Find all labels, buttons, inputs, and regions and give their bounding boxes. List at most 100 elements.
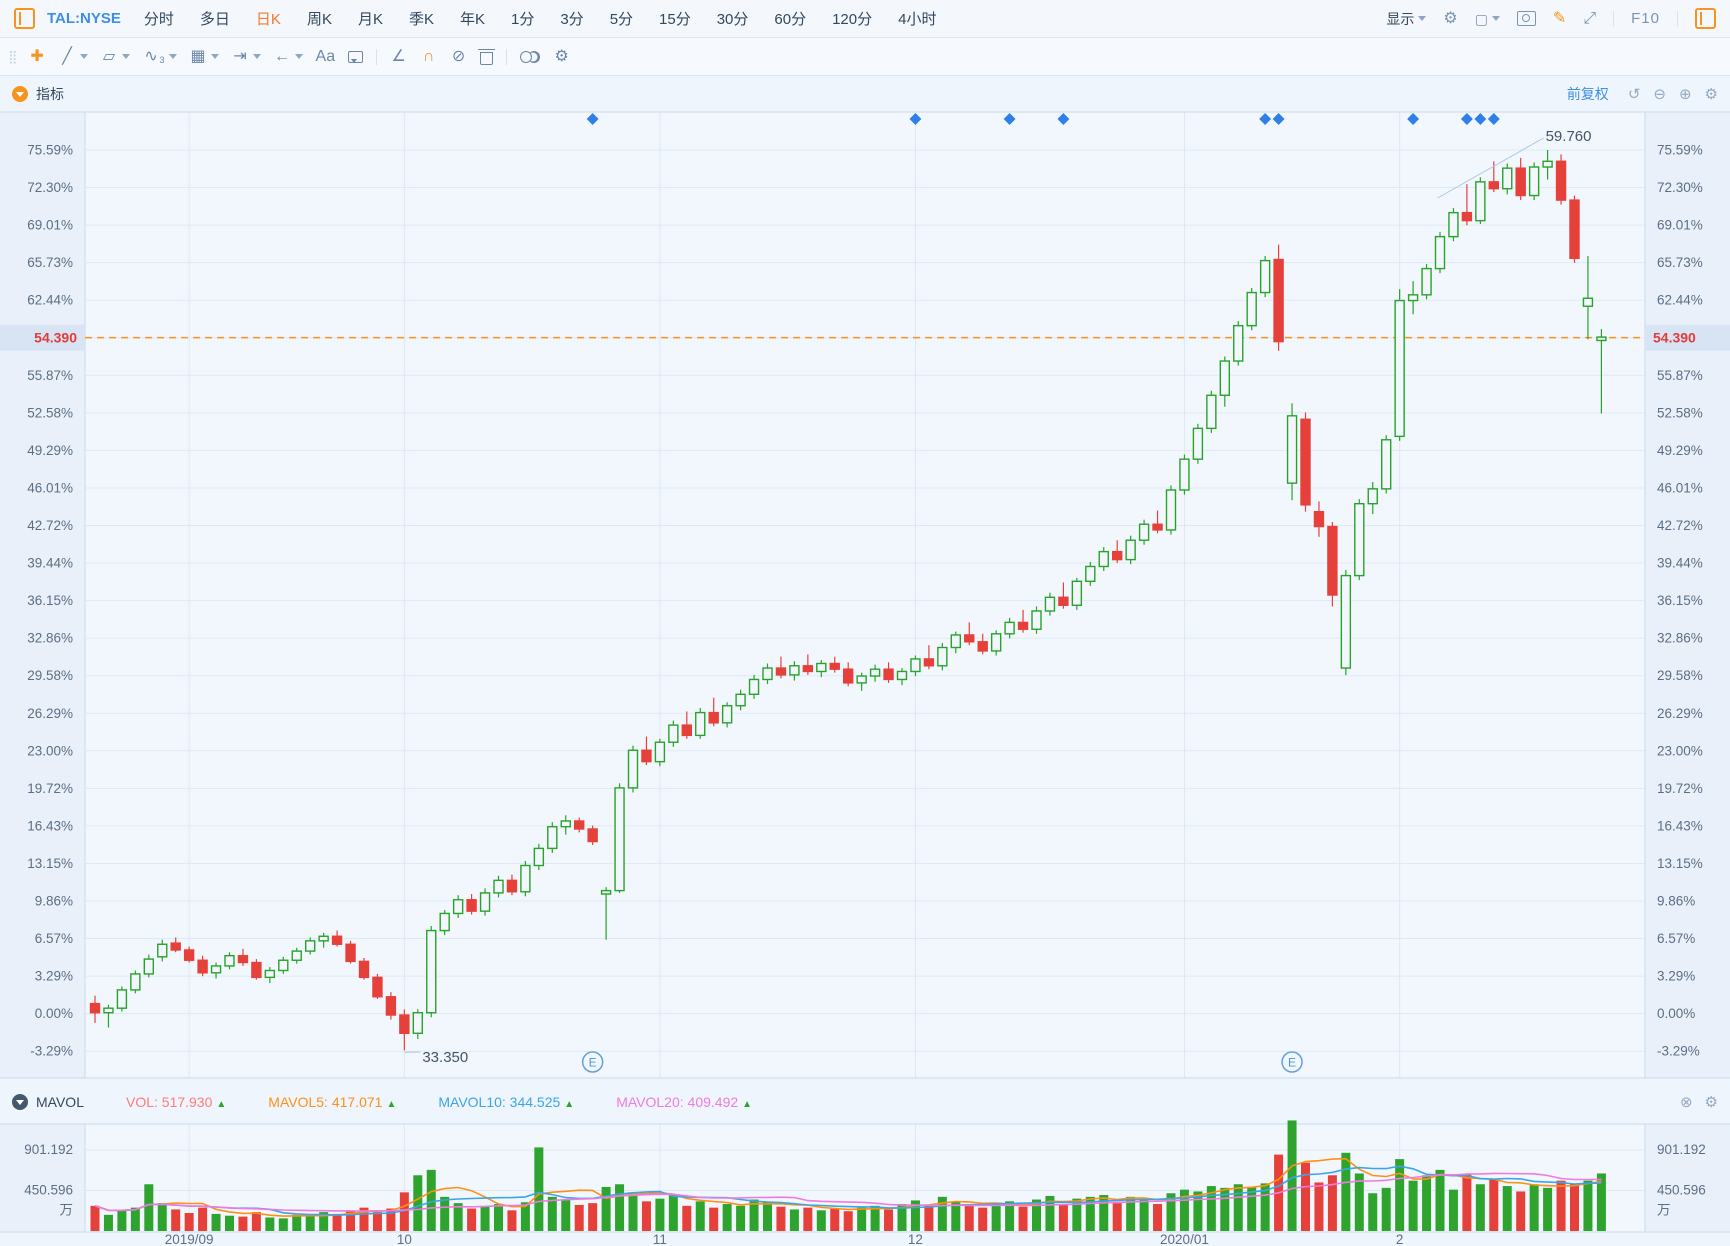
volume-bar bbox=[736, 1206, 745, 1231]
volume-bar bbox=[507, 1210, 516, 1231]
volume-bar bbox=[1476, 1184, 1485, 1231]
candle bbox=[467, 900, 476, 911]
svg-text:2019/09: 2019/09 bbox=[165, 1232, 214, 1246]
svg-text:75.59%: 75.59% bbox=[27, 143, 73, 158]
volume-bar bbox=[1382, 1188, 1391, 1231]
candle bbox=[1395, 301, 1404, 437]
svg-text:39.44%: 39.44% bbox=[27, 556, 73, 571]
volume-bar bbox=[1583, 1181, 1592, 1231]
volume-bar bbox=[481, 1207, 490, 1231]
svg-text:13.15%: 13.15% bbox=[27, 856, 73, 871]
volume-bar bbox=[1301, 1163, 1310, 1231]
candle bbox=[1543, 161, 1552, 167]
volume-bar bbox=[1489, 1179, 1498, 1231]
candlestick-chart[interactable]: 75.59%75.59%72.30%72.30%69.01%69.01%65.7… bbox=[0, 0, 1730, 1246]
candle bbox=[1516, 168, 1525, 195]
high-price-annotation: 59.760 bbox=[1546, 128, 1592, 145]
volume-bar bbox=[817, 1210, 826, 1231]
candle bbox=[1489, 182, 1498, 189]
volume-bar bbox=[723, 1204, 732, 1231]
candle bbox=[534, 848, 543, 865]
candle bbox=[400, 1015, 409, 1033]
svg-text:450.596: 450.596 bbox=[24, 1183, 73, 1198]
volume-bar bbox=[252, 1212, 261, 1231]
volume-bar bbox=[1530, 1184, 1539, 1231]
volume-bar bbox=[292, 1215, 301, 1231]
candle bbox=[857, 676, 866, 683]
mavol-collapse-icon[interactable] bbox=[12, 1094, 28, 1110]
volume-bar bbox=[467, 1209, 476, 1231]
candle bbox=[1234, 326, 1243, 361]
volume-bar bbox=[131, 1208, 140, 1231]
candle bbox=[1193, 428, 1202, 459]
svg-text:万: 万 bbox=[60, 1203, 74, 1218]
mavol-settings-gear-icon[interactable]: ⚙ bbox=[1705, 1095, 1718, 1110]
candle bbox=[696, 713, 705, 736]
svg-text:9.86%: 9.86% bbox=[35, 894, 73, 909]
volume-bar bbox=[1247, 1187, 1256, 1231]
volume-bar bbox=[333, 1214, 342, 1231]
candle bbox=[1355, 504, 1364, 576]
candle bbox=[265, 971, 274, 978]
candle bbox=[588, 829, 597, 842]
volume-bar bbox=[615, 1184, 624, 1231]
legend-mavol10[interactable]: MAVOL10: 344.525▲ bbox=[438, 1094, 574, 1110]
candle bbox=[830, 663, 839, 669]
volume-bar bbox=[1516, 1191, 1525, 1231]
candle bbox=[117, 990, 126, 1008]
candle bbox=[1570, 200, 1579, 258]
stock-chart-window: TAL:NYSE 分时多日日K周K月K季K年K1分3分5分15分30分60分12… bbox=[0, 0, 1730, 1246]
candle bbox=[1072, 581, 1081, 605]
svg-text:11: 11 bbox=[653, 1232, 667, 1246]
candle bbox=[561, 821, 570, 827]
volume-bar bbox=[682, 1206, 691, 1231]
svg-text:39.44%: 39.44% bbox=[1657, 556, 1703, 571]
volume-bar bbox=[185, 1213, 194, 1231]
legend-mavol5[interactable]: MAVOL5: 417.071▲ bbox=[268, 1094, 396, 1110]
volume-bar bbox=[830, 1209, 839, 1231]
volume-bar bbox=[548, 1197, 557, 1231]
candle bbox=[642, 750, 651, 761]
volume-bar bbox=[238, 1217, 247, 1231]
candle bbox=[709, 713, 718, 723]
svg-text:6.57%: 6.57% bbox=[1657, 931, 1695, 946]
candle bbox=[454, 900, 463, 914]
volume-bar bbox=[1409, 1181, 1418, 1231]
svg-text:46.01%: 46.01% bbox=[27, 480, 73, 495]
candle bbox=[333, 936, 342, 944]
svg-text:65.73%: 65.73% bbox=[1657, 255, 1703, 270]
candle bbox=[427, 931, 436, 1013]
candle bbox=[131, 974, 140, 990]
candle bbox=[386, 997, 395, 1015]
svg-text:36.15%: 36.15% bbox=[1657, 593, 1703, 608]
svg-text:72.30%: 72.30% bbox=[1657, 180, 1703, 195]
svg-text:62.44%: 62.44% bbox=[27, 293, 73, 308]
volume-bar bbox=[790, 1209, 799, 1231]
svg-text:52.58%: 52.58% bbox=[1657, 405, 1703, 420]
svg-text:3.29%: 3.29% bbox=[1657, 969, 1695, 984]
candle bbox=[1476, 182, 1485, 221]
svg-text:29.58%: 29.58% bbox=[1657, 668, 1703, 683]
volume-bar bbox=[494, 1204, 503, 1231]
volume-bar bbox=[978, 1208, 987, 1231]
candle bbox=[521, 866, 530, 892]
candle bbox=[1247, 293, 1256, 326]
candle bbox=[1301, 419, 1310, 505]
close-indicator-icon[interactable]: ⊗ bbox=[1680, 1095, 1693, 1110]
legend-mavol20[interactable]: MAVOL20: 409.492▲ bbox=[616, 1094, 752, 1110]
mavol-label[interactable]: MAVOL bbox=[36, 1094, 84, 1110]
svg-text:2: 2 bbox=[1396, 1232, 1404, 1246]
volume-bar bbox=[1436, 1170, 1445, 1231]
legend-vol[interactable]: VOL: 517.930▲ bbox=[126, 1094, 226, 1110]
volume-bar bbox=[171, 1209, 180, 1231]
volume-bar bbox=[440, 1197, 449, 1231]
candle bbox=[1113, 552, 1122, 560]
main-plot-area[interactable] bbox=[85, 112, 1645, 1078]
candle bbox=[1557, 161, 1566, 200]
svg-text:54.390: 54.390 bbox=[34, 330, 77, 346]
volume-bar bbox=[1314, 1182, 1323, 1231]
svg-text:3.29%: 3.29% bbox=[35, 969, 73, 984]
svg-text:62.44%: 62.44% bbox=[1657, 293, 1703, 308]
candle bbox=[1583, 298, 1592, 306]
volume-bar bbox=[1341, 1153, 1350, 1231]
